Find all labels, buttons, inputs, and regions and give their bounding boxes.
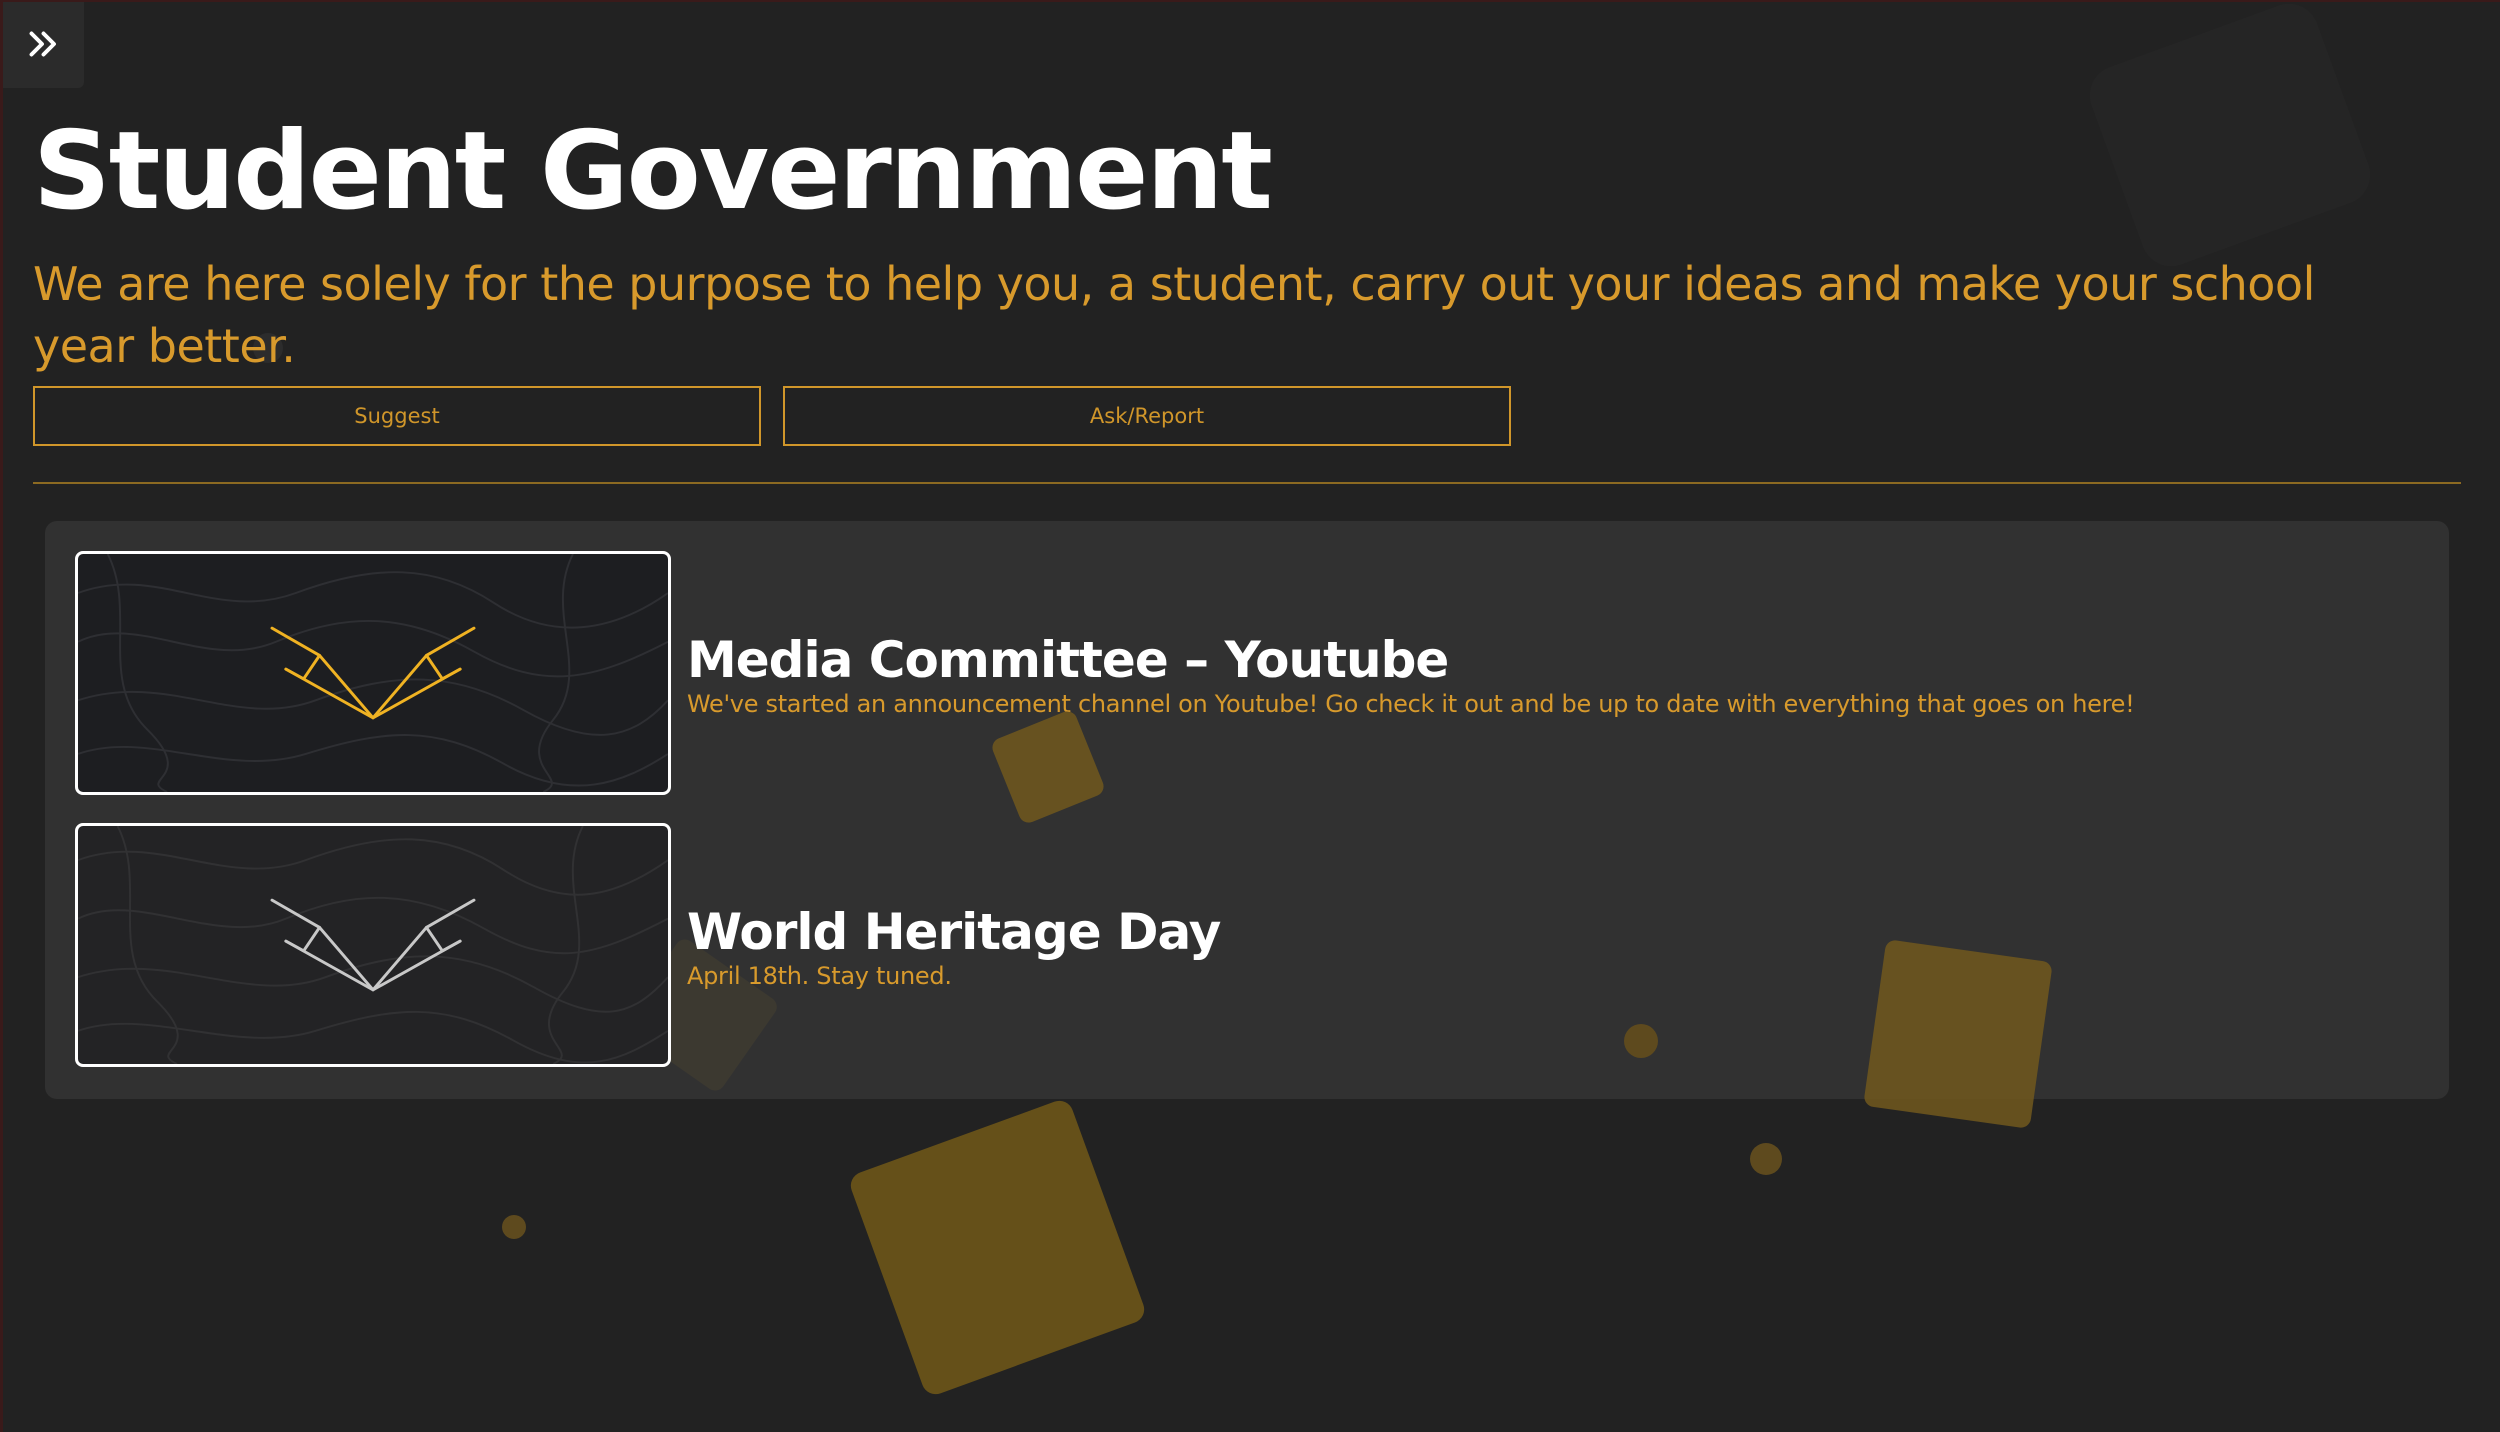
background-gold-dot	[502, 1215, 526, 1239]
post-title[interactable]: World Heritage Day	[687, 903, 2407, 961]
sidebar-toggle-button[interactable]	[0, 0, 84, 88]
posts-panel: Media Committee – Youtube We've started …	[45, 521, 2449, 1099]
divider	[33, 482, 2461, 484]
background-gold-dot	[1750, 1143, 1782, 1175]
ask-report-button[interactable]: Ask/Report	[783, 386, 1511, 446]
background-gold-square	[1863, 939, 2053, 1129]
suggest-button[interactable]: Suggest	[33, 386, 761, 446]
post-title[interactable]: Media Committee – Youtube	[687, 631, 2407, 689]
topographic-pattern	[78, 554, 668, 792]
post-card[interactable]: World Heritage Day April 18th. Stay tune…	[75, 823, 2415, 1071]
background-gold-dot	[1624, 1024, 1658, 1058]
background-gold-square	[846, 1096, 1149, 1399]
post-card[interactable]: Media Committee – Youtube We've started …	[75, 551, 2415, 799]
page-title: Student Government	[33, 109, 1273, 234]
post-description: April 18th. Stay tuned.	[687, 962, 952, 990]
background-faint-square	[2081, 0, 2379, 275]
post-thumbnail[interactable]	[75, 551, 671, 795]
topographic-pattern	[78, 826, 668, 1064]
double-chevron-right-icon	[29, 31, 56, 57]
post-description: We've started an announcement channel on…	[687, 690, 2135, 718]
post-thumbnail[interactable]	[75, 823, 671, 1067]
page-subtitle: We are here solely for the purpose to he…	[33, 257, 2315, 373]
